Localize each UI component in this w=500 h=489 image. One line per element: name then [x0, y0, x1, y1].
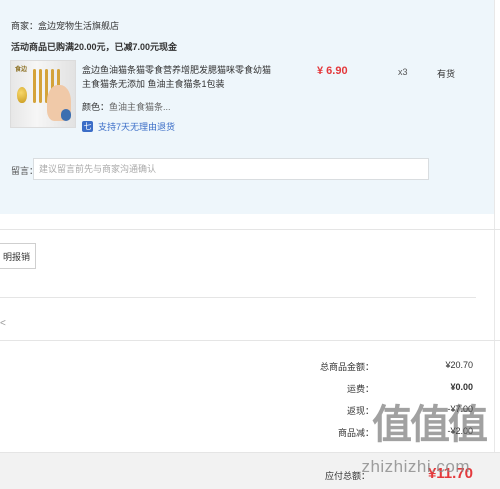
product-price: ¥ 6.90 — [317, 65, 348, 77]
watermark-logo: 值值值 — [372, 402, 488, 448]
promo-text: 活动商品已购满20.00元，已减7.00元现金 — [11, 42, 178, 52]
stock-status: 有货 — [437, 69, 456, 79]
product-title[interactable]: 盒边鱼油猫条猫零食营养增肥发腮猫咪零食幼猫主食猫条无添加 鱼油主食猫条1包装 — [82, 63, 272, 91]
note-input[interactable] — [33, 158, 429, 180]
summary-value-total: ¥20.70 — [445, 360, 473, 370]
summary-label-discount: 商品减： — [337, 428, 374, 438]
summary-label-shipping: 运费： — [346, 384, 374, 394]
product-image-nail — [61, 109, 71, 121]
shop-info: 商家：盒边宠物生活旗舰店 — [11, 19, 119, 32]
summary-label-cashback: 返现： — [346, 406, 374, 416]
return-policy[interactable]: 七 支持7天无理由退货 — [82, 120, 175, 133]
summary-label-total: 总商品金额： — [319, 362, 374, 372]
product-variant: 颜色：鱼油主食猫条... — [82, 100, 171, 113]
variant-label: 颜色： — [82, 102, 110, 112]
divider — [0, 229, 500, 230]
return-policy-text: 支持7天无理由退货 — [98, 122, 176, 132]
product-image-oil-drop — [17, 87, 27, 103]
watermark-url: zhizhizhi.com — [361, 457, 470, 476]
invoice-button[interactable]: 明报销 — [0, 243, 36, 269]
shop-name[interactable]: 盒边宠物生活旗舰店 — [38, 21, 119, 31]
product-quantity: x3 — [398, 67, 408, 77]
variant-value: 鱼油主食猫条... — [109, 102, 171, 112]
product-image-stick — [39, 69, 42, 103]
divider — [0, 297, 476, 298]
product-image-stick — [33, 69, 36, 103]
product-image[interactable]: 食边 — [10, 60, 76, 128]
product-image-logo: 食边 — [15, 67, 28, 73]
shop-label: 商家： — [11, 21, 39, 31]
summary-value-shipping: ¥0.00 — [450, 382, 473, 392]
panel-right-border — [494, 0, 495, 452]
chevron-left-icon[interactable]: < — [0, 318, 6, 329]
return-policy-icon: 七 — [82, 121, 93, 132]
divider — [0, 340, 500, 341]
